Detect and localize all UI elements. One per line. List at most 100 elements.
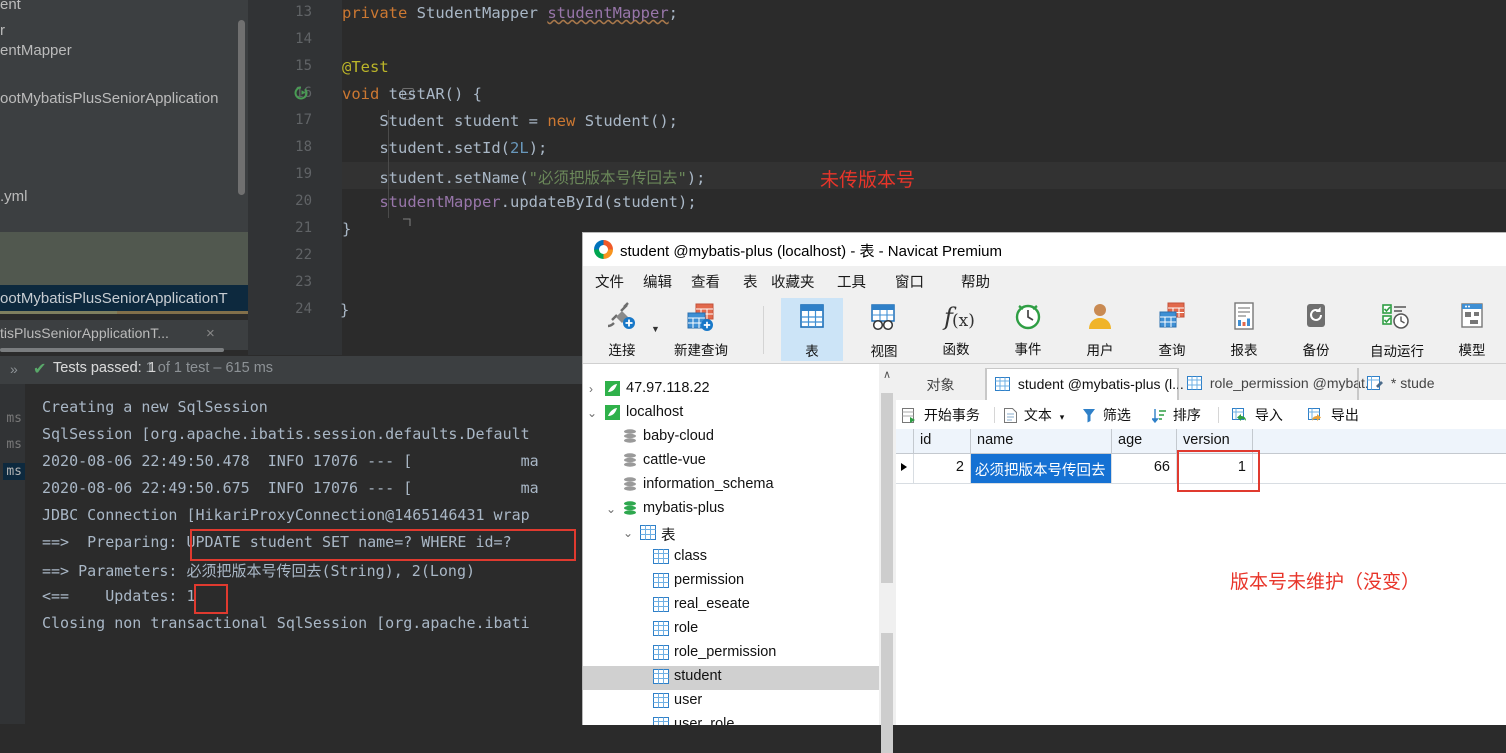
project-tree-scrollbar[interactable] bbox=[238, 20, 245, 195]
navicat-content-panel[interactable]: 对象 student @mybatis-plus (l... role_perm… bbox=[896, 364, 1506, 725]
toolbar-backup[interactable]: 备份 bbox=[1285, 298, 1347, 361]
menu-edit[interactable]: 编辑 bbox=[643, 271, 672, 292]
run-tool-tab-scrollbar[interactable] bbox=[0, 348, 224, 352]
chevron-down-icon[interactable]: ⌄ bbox=[606, 502, 616, 516]
toolbar-automation[interactable]: 自动运行 bbox=[1357, 298, 1437, 361]
project-tree-item[interactable]: entMapper bbox=[0, 42, 72, 59]
grid-header-age[interactable]: age bbox=[1112, 429, 1177, 454]
grid-toolbar-separator bbox=[1218, 407, 1219, 423]
navicat-logo-icon bbox=[594, 240, 613, 259]
filter-button[interactable]: 筛选 bbox=[1082, 405, 1131, 425]
toolbar-model-label: 模型 bbox=[1441, 339, 1503, 359]
tree-item-user[interactable]: user bbox=[583, 690, 879, 714]
tree-scrollbar-thumb-lower[interactable] bbox=[881, 633, 893, 753]
database-icon bbox=[623, 429, 637, 444]
tree-item-localhost[interactable]: ⌄ localhost bbox=[583, 402, 879, 426]
tree-item-information-schema[interactable]: information_schema bbox=[583, 474, 879, 498]
tree-item-mybatis-plus[interactable]: ⌄ mybatis-plus bbox=[583, 498, 879, 522]
toolbar-model[interactable]: 模型 bbox=[1441, 298, 1503, 361]
event-icon bbox=[997, 300, 1059, 338]
server-icon bbox=[605, 405, 620, 420]
editor-fold-column[interactable]: – bbox=[322, 0, 342, 355]
tree-item-baby-cloud[interactable]: baby-cloud bbox=[583, 426, 879, 450]
chevron-down-icon[interactable]: ▾ bbox=[1060, 412, 1065, 422]
menu-favorites[interactable]: 收藏夹 bbox=[771, 271, 815, 292]
expand-chevron-icon[interactable]: » bbox=[10, 361, 18, 377]
grid-cell-id[interactable]: 2 bbox=[914, 454, 971, 484]
grid-row-marker[interactable] bbox=[896, 454, 914, 484]
grid-header-name[interactable]: name bbox=[971, 429, 1112, 454]
navicat-toolbar[interactable]: 连接 ▼ 新建查询 bbox=[583, 296, 1506, 364]
toolbar-connect[interactable]: 连接 bbox=[591, 298, 653, 361]
import-icon bbox=[1232, 408, 1248, 423]
tree-scrollbar-thumb[interactable] bbox=[881, 393, 893, 583]
tab-objects[interactable]: 对象 bbox=[896, 368, 986, 400]
sort-button[interactable]: 排序 bbox=[1152, 405, 1201, 425]
menu-table[interactable]: 表 bbox=[743, 271, 758, 292]
grid-header-id[interactable]: id bbox=[914, 429, 971, 454]
project-tree-pane[interactable]: ent r entMapper ootMybatisPlusSeniorAppl… bbox=[0, 0, 248, 292]
navicat-menu-bar[interactable]: 文件 编辑 查看 表 收藏夹 工具 窗口 帮助 bbox=[583, 266, 1506, 296]
toolbar-report[interactable]: 报表 bbox=[1213, 298, 1275, 361]
menu-view[interactable]: 查看 bbox=[691, 271, 720, 292]
menu-file[interactable]: 文件 bbox=[595, 271, 624, 292]
toolbar-table[interactable]: 表 bbox=[781, 298, 843, 361]
tree-item-label: baby-cloud bbox=[643, 428, 714, 444]
grid-cell-name[interactable]: 必须把版本号传回去 bbox=[971, 454, 1112, 484]
tree-item-class[interactable]: class bbox=[583, 546, 879, 570]
menu-window[interactable]: 窗口 bbox=[895, 271, 924, 292]
navicat-window[interactable]: student @mybatis-plus (localhost) - 表 - … bbox=[582, 232, 1506, 725]
connect-icon bbox=[591, 301, 653, 339]
toolbar-user[interactable]: 用户 bbox=[1069, 298, 1131, 361]
run-tool-tab[interactable]: tisPlusSeniorApplicationT... × bbox=[0, 320, 248, 350]
toolbar-query[interactable]: 查询 bbox=[1141, 298, 1203, 361]
tree-item-role-permission[interactable]: role_permission bbox=[583, 642, 879, 666]
chevron-down-icon[interactable]: ⌄ bbox=[587, 406, 597, 420]
menu-tools[interactable]: 工具 bbox=[837, 271, 866, 292]
project-tree-selected-item[interactable]: ootMybatisPlusSeniorApplicationT bbox=[0, 285, 248, 313]
project-tree-item[interactable]: r bbox=[0, 22, 5, 39]
run-test-icon[interactable] bbox=[294, 86, 308, 100]
chevron-right-icon[interactable]: › bbox=[589, 382, 593, 396]
toolbar-view[interactable]: 视图 bbox=[853, 298, 915, 361]
close-icon[interactable]: × bbox=[206, 325, 215, 342]
toolbar-function[interactable]: f (x) 函数 bbox=[925, 298, 987, 361]
project-tree-item[interactable]: ent bbox=[0, 0, 21, 13]
navicat-tab-strip[interactable]: 对象 student @mybatis-plus (l... role_perm… bbox=[896, 364, 1506, 401]
tree-item-label: information_schema bbox=[643, 476, 774, 492]
project-tree-item[interactable]: .yml bbox=[0, 188, 28, 205]
menu-help[interactable]: 帮助 bbox=[961, 271, 990, 292]
text-label: 文本 bbox=[1024, 407, 1052, 423]
tree-item-tables-folder[interactable]: ⌄ 表 bbox=[583, 522, 879, 546]
tree-item-47-97-118-22[interactable]: › 47.97.118.22 bbox=[583, 378, 879, 402]
project-tree-item[interactable]: ootMybatisPlusSeniorApplication bbox=[0, 90, 218, 107]
import-button[interactable]: 导入 bbox=[1232, 405, 1283, 425]
grid-toolbar[interactable]: 开始事务 文本 ▾ 筛选 排序 bbox=[896, 400, 1506, 429]
table-icon bbox=[653, 573, 669, 588]
scroll-up-icon[interactable]: ∧ bbox=[879, 364, 895, 386]
text-button[interactable]: 文本 ▾ bbox=[1004, 405, 1064, 425]
tree-item-student[interactable]: student bbox=[583, 666, 879, 690]
tree-item-label: user bbox=[674, 692, 702, 708]
grid-cell-age[interactable]: 66 bbox=[1112, 454, 1177, 484]
tab-student-query[interactable]: * stude bbox=[1358, 368, 1506, 400]
tree-item-label: real_eseate bbox=[674, 596, 750, 612]
tab-student-label: student @mybatis-plus (l... bbox=[1018, 376, 1184, 392]
test-result-count: 1 bbox=[148, 360, 156, 376]
export-button[interactable]: 导出 bbox=[1308, 405, 1359, 425]
tree-item-user-role[interactable]: user_role bbox=[583, 714, 879, 725]
editor-gutter[interactable]: 13 14 15 16 17 18 19 20 21 22 23 24 bbox=[248, 0, 322, 355]
sql-statement-highlight-box bbox=[190, 529, 576, 561]
tab-role-permission[interactable]: role_permission @mybat... bbox=[1178, 368, 1358, 400]
tree-item-permission[interactable]: permission bbox=[583, 570, 879, 594]
toolbar-new-query[interactable]: 新建查询 bbox=[655, 298, 747, 361]
begin-transaction-button[interactable]: 开始事务 bbox=[902, 405, 980, 425]
tab-student-table[interactable]: student @mybatis-plus (l... bbox=[986, 368, 1178, 400]
toolbar-event[interactable]: 事件 bbox=[997, 298, 1059, 361]
tree-item-real-eseate[interactable]: real_eseate bbox=[583, 594, 879, 618]
tree-item-role[interactable]: role bbox=[583, 618, 879, 642]
navicat-connection-tree[interactable]: › 47.97.118.22 ⌄ localhost baby-cloud ca… bbox=[583, 364, 879, 725]
chevron-down-icon[interactable]: ⌄ bbox=[623, 526, 633, 540]
tree-item-cattle-vue[interactable]: cattle-vue bbox=[583, 450, 879, 474]
code-line-15: @Test bbox=[342, 58, 389, 76]
